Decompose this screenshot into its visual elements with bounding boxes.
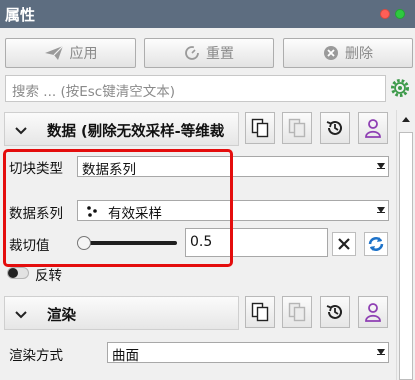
reset-button[interactable]: 重置 bbox=[144, 38, 274, 68]
invert-toggle[interactable] bbox=[7, 267, 29, 279]
data-section-header[interactable]: 数据 (剔除无效采样-等维裁 bbox=[4, 112, 239, 146]
title-bar: 属性 bbox=[0, 0, 415, 28]
apply-label: 应用 bbox=[69, 46, 98, 62]
user-button[interactable] bbox=[358, 112, 388, 144]
cut-value-input[interactable]: 0.5 bbox=[185, 228, 328, 257]
copy-icon bbox=[251, 302, 269, 322]
history-button[interactable] bbox=[320, 112, 350, 144]
slider-handle[interactable] bbox=[77, 236, 91, 250]
render-section-header[interactable]: 渲染 bbox=[4, 296, 239, 330]
reset-icon bbox=[185, 46, 199, 60]
refresh-button[interactable] bbox=[364, 232, 388, 256]
clear-button[interactable] bbox=[332, 232, 356, 256]
history-icon bbox=[326, 120, 342, 135]
paste-button[interactable] bbox=[282, 296, 312, 328]
toggle-knob bbox=[8, 268, 18, 278]
render-section-title: 渲染 bbox=[47, 308, 76, 324]
properties-panel: 数据 (剔除无效采样-等维裁 切块类型 数据系列 数据系列 有效采样 裁切值 0… bbox=[0, 110, 396, 380]
window-title: 属性 bbox=[5, 6, 36, 24]
delete-label: 删除 bbox=[345, 46, 373, 62]
send-icon bbox=[44, 45, 63, 60]
data-section-title: 数据 (剔除无效采样-等维裁 bbox=[47, 124, 225, 140]
tile-type-select[interactable]: 数据系列 bbox=[77, 156, 389, 178]
render-mode-label: 渲染方式 bbox=[9, 348, 63, 364]
tile-type-value: 数据系列 bbox=[82, 162, 136, 178]
scroll-up-icon[interactable] bbox=[399, 112, 413, 128]
series-select[interactable]: 有效采样 bbox=[77, 200, 389, 222]
window-dot-red[interactable] bbox=[380, 9, 390, 19]
user-icon bbox=[365, 303, 381, 322]
cut-value-slider[interactable] bbox=[77, 234, 179, 252]
search-placeholder: 搜索 ... (按Esc键清空文本) bbox=[12, 84, 175, 100]
search-input[interactable]: 搜索 ... (按Esc键清空文本) bbox=[5, 75, 386, 102]
gear-icon[interactable] bbox=[390, 78, 410, 98]
render-mode-value: 曲面 bbox=[112, 348, 139, 364]
user-button[interactable] bbox=[358, 296, 388, 328]
close-icon bbox=[338, 238, 350, 250]
dropdown-arrow-icon bbox=[377, 163, 385, 169]
delete-icon bbox=[324, 46, 338, 60]
copy-button[interactable] bbox=[245, 112, 275, 144]
cut-value: 0.5 bbox=[190, 234, 213, 250]
paste-icon bbox=[288, 118, 306, 138]
dropdown-arrow-icon bbox=[377, 207, 385, 213]
scroll-thumb[interactable] bbox=[399, 132, 413, 380]
cut-value-label: 裁切值 bbox=[9, 238, 50, 254]
chevron-down-icon bbox=[15, 127, 27, 135]
paste-button[interactable] bbox=[282, 112, 312, 144]
user-icon bbox=[365, 119, 381, 138]
invert-label: 反转 bbox=[35, 268, 62, 284]
tile-type-label: 切块类型 bbox=[9, 161, 63, 177]
series-value: 有效采样 bbox=[108, 206, 162, 222]
history-icon bbox=[326, 304, 342, 319]
history-button[interactable] bbox=[320, 296, 350, 328]
render-mode-select[interactable]: 曲面 bbox=[107, 342, 389, 364]
scrollbar[interactable] bbox=[396, 110, 415, 380]
copy-icon bbox=[251, 118, 269, 138]
slider-track bbox=[81, 241, 177, 245]
chevron-down-icon bbox=[15, 311, 27, 319]
paste-icon bbox=[288, 302, 306, 322]
copy-button[interactable] bbox=[245, 296, 275, 328]
scatter-icon bbox=[87, 206, 97, 217]
dropdown-arrow-icon bbox=[377, 349, 385, 355]
refresh-icon bbox=[368, 237, 384, 251]
series-label: 数据系列 bbox=[9, 206, 63, 222]
reset-label: 重置 bbox=[206, 46, 234, 62]
delete-button[interactable]: 删除 bbox=[283, 38, 413, 68]
window-dot-green[interactable] bbox=[395, 9, 405, 19]
apply-button[interactable]: 应用 bbox=[5, 38, 136, 68]
